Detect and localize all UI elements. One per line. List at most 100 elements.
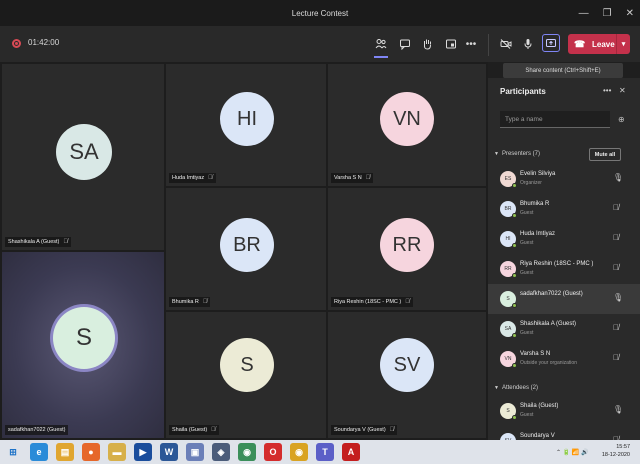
teams-icon[interactable]: T [316, 443, 334, 461]
participant-row[interactable]: S Shaila (Guest) Guest 🎙 [488, 396, 640, 426]
media-icon[interactable]: ▶ [134, 443, 152, 461]
chrome-icon[interactable]: ◉ [290, 443, 308, 461]
participant-name: sadafkhan7022 (Guest) [8, 427, 66, 433]
raise-hand-icon[interactable] [418, 35, 436, 53]
folder-icon[interactable]: ▬ [108, 443, 126, 461]
mic-off-icon[interactable]: 🎙̸ [613, 203, 619, 212]
video-tile[interactable]: HI Huda Imtiyaz 🎙̸ [166, 64, 326, 186]
participant-name: Riya Reshin (18SC - PMC ) [520, 261, 594, 267]
participant-name: Riya Reshin (18SC - PMC ) [334, 299, 402, 305]
video-tile[interactable]: RR Riya Reshin (18SC - PMC ) 🎙̸ [328, 188, 486, 310]
windows-taskbar: ⊞ e ▤ ● ▬ ▶ W ▣ ◈ ◉ O ◉ T A ⌃ 🔋 📶 🔊 15:57 18-12-2020 [0, 440, 640, 464]
participant-name: Evelin Silviya [520, 171, 556, 177]
mic-icon[interactable] [519, 35, 537, 53]
leave-button[interactable]: ☎ Leave ▾ [568, 34, 630, 54]
chat-icon[interactable] [396, 35, 414, 53]
participant-row[interactable]: VN Varsha S N Outside your organization 🎙̸ [488, 344, 640, 374]
participants-panel: Participants ••• ✕ Type a name ⊕ ▼ Presen… [488, 78, 640, 450]
share-invite-icon[interactable]: ⊕ [618, 115, 625, 124]
mic-icon[interactable]: 🎙 [613, 173, 623, 182]
chrome-alt-icon[interactable]: ◉ [238, 443, 256, 461]
network-icon[interactable]: ◈ [212, 443, 230, 461]
hang-up-icon: ☎ [574, 38, 586, 49]
firefox-icon[interactable]: ● [82, 443, 100, 461]
panel-close-icon[interactable]: ✕ [619, 86, 626, 95]
camera-icon[interactable] [497, 35, 515, 53]
clock-time: 15:57 [616, 444, 630, 450]
file-explorer-icon[interactable]: ▤ [56, 443, 74, 461]
mic-off-icon: 🎙̸ [389, 427, 395, 433]
participant-row[interactable]: BR Bhumika R Guest 🎙̸ [488, 194, 640, 224]
participant-role: Guest [520, 210, 534, 216]
avatar: BR [220, 218, 274, 272]
participant-initials: S [506, 408, 510, 414]
pdf-icon[interactable]: A [342, 443, 360, 461]
participant-name-tag: Riya Reshin (18SC - PMC ) 🎙̸ [331, 297, 413, 307]
mic-icon[interactable]: 🎙 [613, 405, 623, 414]
participant-name-tag: Varsha S N 🎙̸ [331, 173, 374, 183]
video-tile[interactable]: SV Soundarya V (Guest) 🎙̸ [328, 312, 486, 438]
video-stage: SA Shashikala A (Guest) 🎙̸ HI Huda Imtiya… [0, 62, 488, 440]
participant-name: Shaila (Guest) [172, 427, 208, 433]
minimize-icon[interactable]: — [579, 8, 589, 19]
participant-avatar: ES [500, 171, 517, 188]
mic-off-icon[interactable]: 🎙̸ [613, 323, 619, 332]
chevron-down-icon[interactable]: ▾ [616, 34, 630, 54]
mic-icon[interactable]: 🎙 [613, 293, 623, 302]
video-tile[interactable]: S Shaila (Guest) 🎙̸ [166, 312, 326, 438]
video-tile[interactable]: SA Shashikala A (Guest) 🎙̸ [2, 64, 164, 250]
avatar: SA [56, 124, 112, 180]
avatar: S [53, 307, 115, 369]
participant-initials: SA [504, 326, 512, 332]
rooms-icon[interactable] [442, 35, 460, 53]
presence-icon [512, 333, 517, 338]
participant-role: Organizer [520, 180, 542, 186]
participant-role: Guest [520, 330, 534, 336]
ie-icon[interactable]: e [30, 443, 48, 461]
close-icon[interactable]: ✕ [626, 8, 634, 19]
participant-row[interactable]: ES Evelin Silviya Organizer 🎙 [488, 164, 640, 194]
video-tile[interactable]: BR Bhumika R 🎙̸ [166, 188, 326, 310]
mic-off-icon: 🎙̸ [211, 427, 216, 433]
participant-row[interactable]: Ssadafkhan7022 (Guest) 🎙 [488, 284, 640, 314]
photos-icon[interactable]: ▣ [186, 443, 204, 461]
participant-row[interactable]: RR Riya Reshin (18SC - PMC ) Guest 🎙̸ [488, 254, 640, 284]
mic-off-icon: 🎙̸ [63, 239, 68, 245]
participant-initials: HI [505, 236, 511, 242]
mic-off-icon[interactable]: 🎙̸ [613, 263, 619, 272]
opera-icon[interactable]: O [264, 443, 282, 461]
participant-name: Bhumika R [520, 201, 550, 207]
presence-icon [512, 273, 517, 278]
more-options-icon[interactable]: ••• [462, 35, 480, 53]
start-icon[interactable]: ⊞ [4, 443, 22, 461]
word-icon[interactable]: W [160, 443, 178, 461]
recording-icon [12, 39, 21, 48]
search-input[interactable]: Type a name [500, 111, 610, 128]
window-title: Lecture Contest [291, 8, 349, 18]
mic-off-icon[interactable]: 🎙̸ [613, 233, 619, 242]
mic-off-icon[interactable]: 🎙̸ [613, 353, 619, 362]
mute-all-button[interactable]: Mute all [589, 148, 621, 161]
presenters-header: Presenters (7) [501, 151, 540, 157]
attendees-section-header[interactable]: ▼ Attendees (2) [494, 385, 538, 391]
video-tile-active-speaker[interactable]: S sadafkhan7022 (Guest) [2, 252, 164, 438]
participant-row[interactable]: HI Huda Imtiyaz Guest 🎙̸ [488, 224, 640, 254]
presenters-section-header[interactable]: ▼ Presenters (7) [494, 151, 540, 157]
video-tile[interactable]: VN Varsha S N 🎙̸ [328, 64, 486, 186]
participant-initials: ES [504, 176, 512, 182]
participants-icon[interactable] [372, 35, 390, 58]
participant-name-tag: Huda Imtiyaz 🎙̸ [169, 173, 216, 183]
chevron-down-icon: ▼ [494, 385, 499, 391]
maximize-icon[interactable]: ❐ [603, 8, 612, 19]
participant-row[interactable]: SA Shashikala A (Guest) Guest 🎙̸ [488, 314, 640, 344]
participant-name-tag: Bhumika R 🎙̸ [169, 297, 211, 307]
panel-more-icon[interactable]: ••• [603, 86, 611, 95]
share-tooltip: Share content (Ctrl+Shift+E) [503, 63, 623, 78]
participant-avatar: S [500, 291, 517, 308]
taskbar-clock[interactable]: 15:57 18-12-2020 [602, 443, 630, 459]
participant-role: Guest [520, 240, 534, 246]
share-content-button[interactable] [542, 34, 560, 52]
participant-name-tag: Shaila (Guest) 🎙̸ [169, 425, 219, 435]
presence-icon [512, 363, 517, 368]
system-tray-icons[interactable]: ⌃ 🔋 📶 🔊 [556, 449, 588, 456]
